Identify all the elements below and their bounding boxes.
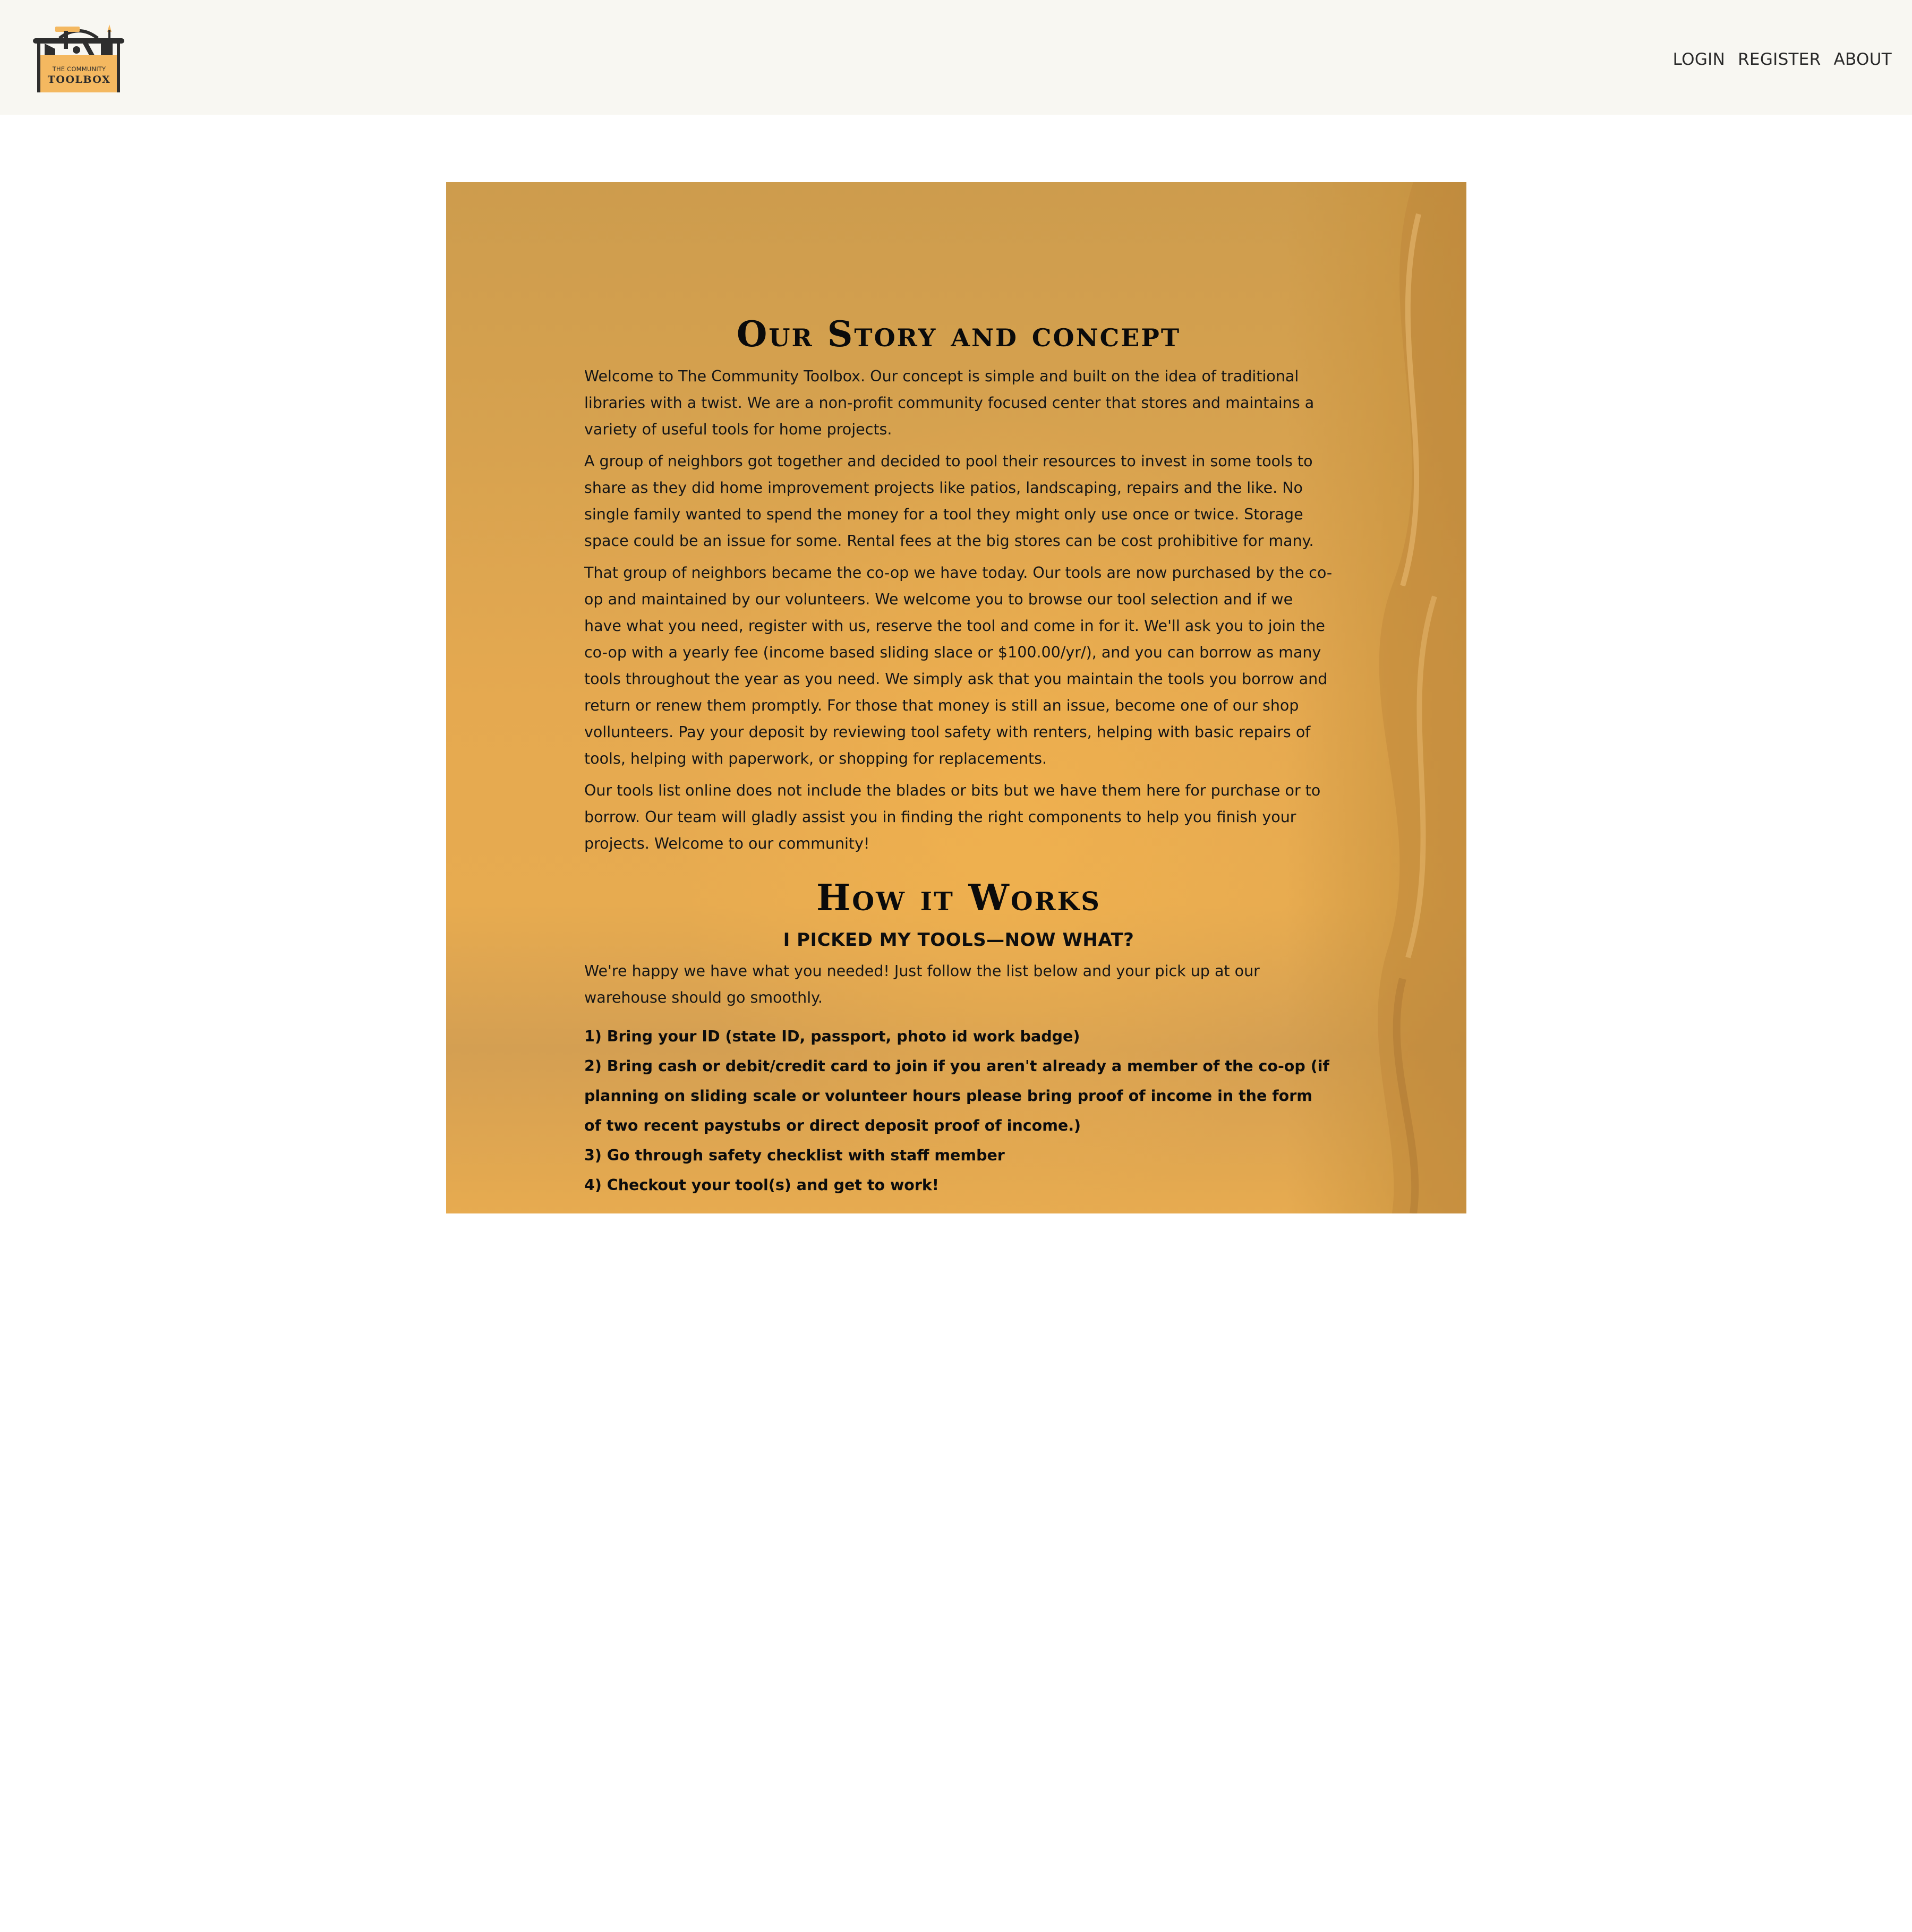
- how-it-works-heading: How it Works: [816, 876, 1101, 919]
- how-it-works-intro: We're happy we have what you needed! Jus…: [584, 962, 1260, 1007]
- story-paragraph: Our tools list online does not include t…: [584, 781, 1321, 852]
- pickup-step: 2) Bring cash or debit/credit card to jo…: [584, 1057, 1329, 1135]
- content-column: Our Story and concept Welcome to The Com…: [584, 315, 1333, 1200]
- story-paragraph: That group of neighbors became the co-op…: [584, 563, 1333, 767]
- pickup-step: 1) Bring your ID (state ID, passport, ph…: [584, 1028, 1080, 1046]
- pickup-step: 3) Go through safety checklist with staf…: [584, 1147, 1005, 1165]
- story-paragraph: A group of neighbors got together and de…: [584, 452, 1314, 550]
- pickup-steps-list: 1) Bring your ID (state ID, passport, ph…: [584, 1022, 1333, 1200]
- nav-register-link[interactable]: REGISTER: [1738, 50, 1821, 69]
- site-header: THE COMMUNITY TOOLBOX LOGIN REGISTER ABO…: [0, 0, 1912, 115]
- pickup-step: 4) Checkout your tool(s) and get to work…: [584, 1176, 939, 1194]
- logo-text-line2: TOOLBOX: [47, 74, 111, 86]
- nav-login-link[interactable]: LOGIN: [1673, 50, 1725, 69]
- story-heading: Our Story and concept: [736, 313, 1181, 355]
- about-content-card: Our Story and concept Welcome to The Com…: [446, 182, 1466, 1213]
- community-toolbox-logo[interactable]: THE COMMUNITY TOOLBOX: [32, 20, 125, 95]
- nav-about-link[interactable]: ABOUT: [1834, 50, 1892, 69]
- story-paragraph: Welcome to The Community Toolbox. Our co…: [584, 367, 1314, 438]
- how-it-works-subheading: I PICKED MY TOOLS—NOW WHAT?: [783, 929, 1134, 951]
- main-nav: LOGIN REGISTER ABOUT: [1673, 50, 1892, 69]
- logo-text-line1: THE COMMUNITY: [52, 65, 106, 73]
